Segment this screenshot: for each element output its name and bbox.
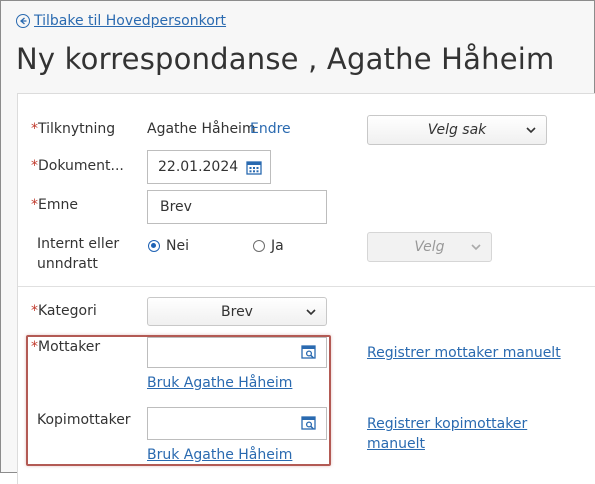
chevron-down-icon [306, 304, 316, 320]
back-link-label: Tilbake til Hovedpersonkort [34, 13, 227, 29]
radio-nei[interactable]: Nei [148, 238, 189, 254]
dokument-date-value: 22.01.2024 [158, 159, 239, 175]
chevron-down-icon [471, 239, 481, 255]
bruk-agathe-kopimottaker-link[interactable]: Bruk Agathe Håheim [147, 447, 292, 463]
page-title: Ny korrespondanse , Agathe Håheim [16, 42, 555, 76]
velg-sak-label: Velg sak [427, 122, 487, 138]
registrer-mottaker-link[interactable]: Registrer mottaker manuelt [367, 345, 561, 361]
velg-label: Velg [414, 239, 445, 255]
internt-label-line1: Internt eller [37, 236, 120, 252]
velg-sak-select[interactable]: Velg sak [367, 115, 547, 145]
arrow-left-circle-icon [16, 14, 30, 28]
calendar-icon[interactable] [246, 160, 262, 179]
dokument-date-field[interactable]: 22.01.2024 [147, 150, 271, 184]
radio-nei-label: Nei [166, 238, 189, 254]
radio-nei-button[interactable] [148, 240, 160, 252]
kopimottaker-label: Kopimottaker [37, 412, 131, 428]
kategori-label: *Kategori [31, 303, 97, 319]
chevron-down-icon [526, 122, 536, 138]
address-search-icon[interactable] [301, 345, 317, 364]
mottaker-input[interactable] [147, 337, 327, 368]
registrer-kopimottaker-link-line1[interactable]: Registrer kopimottaker [367, 416, 527, 432]
back-link[interactable]: Tilbake til Hovedpersonkort [16, 11, 226, 31]
radio-ja-label: Ja [271, 238, 284, 254]
endre-link[interactable]: Endre [250, 121, 291, 137]
radio-ja[interactable]: Ja [253, 238, 284, 254]
registrer-kopimottaker-link-line2[interactable]: manuelt [367, 436, 425, 452]
emne-input[interactable]: Brev [147, 190, 327, 224]
address-search-icon[interactable] [301, 416, 317, 435]
emne-value: Brev [160, 199, 192, 215]
velg-select-disabled: Velg [367, 232, 492, 262]
tilknytning-value: Agathe Håheim [147, 121, 256, 137]
kategori-select[interactable]: Brev [147, 297, 327, 326]
kategori-value: Brev [221, 303, 253, 320]
dokument-label: *Dokument... [31, 158, 124, 174]
mottaker-label: *Mottaker [31, 339, 101, 355]
emne-label: *Emne [31, 197, 78, 213]
bruk-agathe-mottaker-link[interactable]: Bruk Agathe Håheim [147, 375, 292, 391]
radio-ja-button[interactable] [253, 240, 265, 252]
internt-label-line2: unndratt [37, 256, 98, 272]
kopimottaker-input[interactable] [147, 407, 327, 440]
section-divider [18, 286, 595, 287]
tilknytning-label: *Tilknytning [31, 121, 116, 137]
